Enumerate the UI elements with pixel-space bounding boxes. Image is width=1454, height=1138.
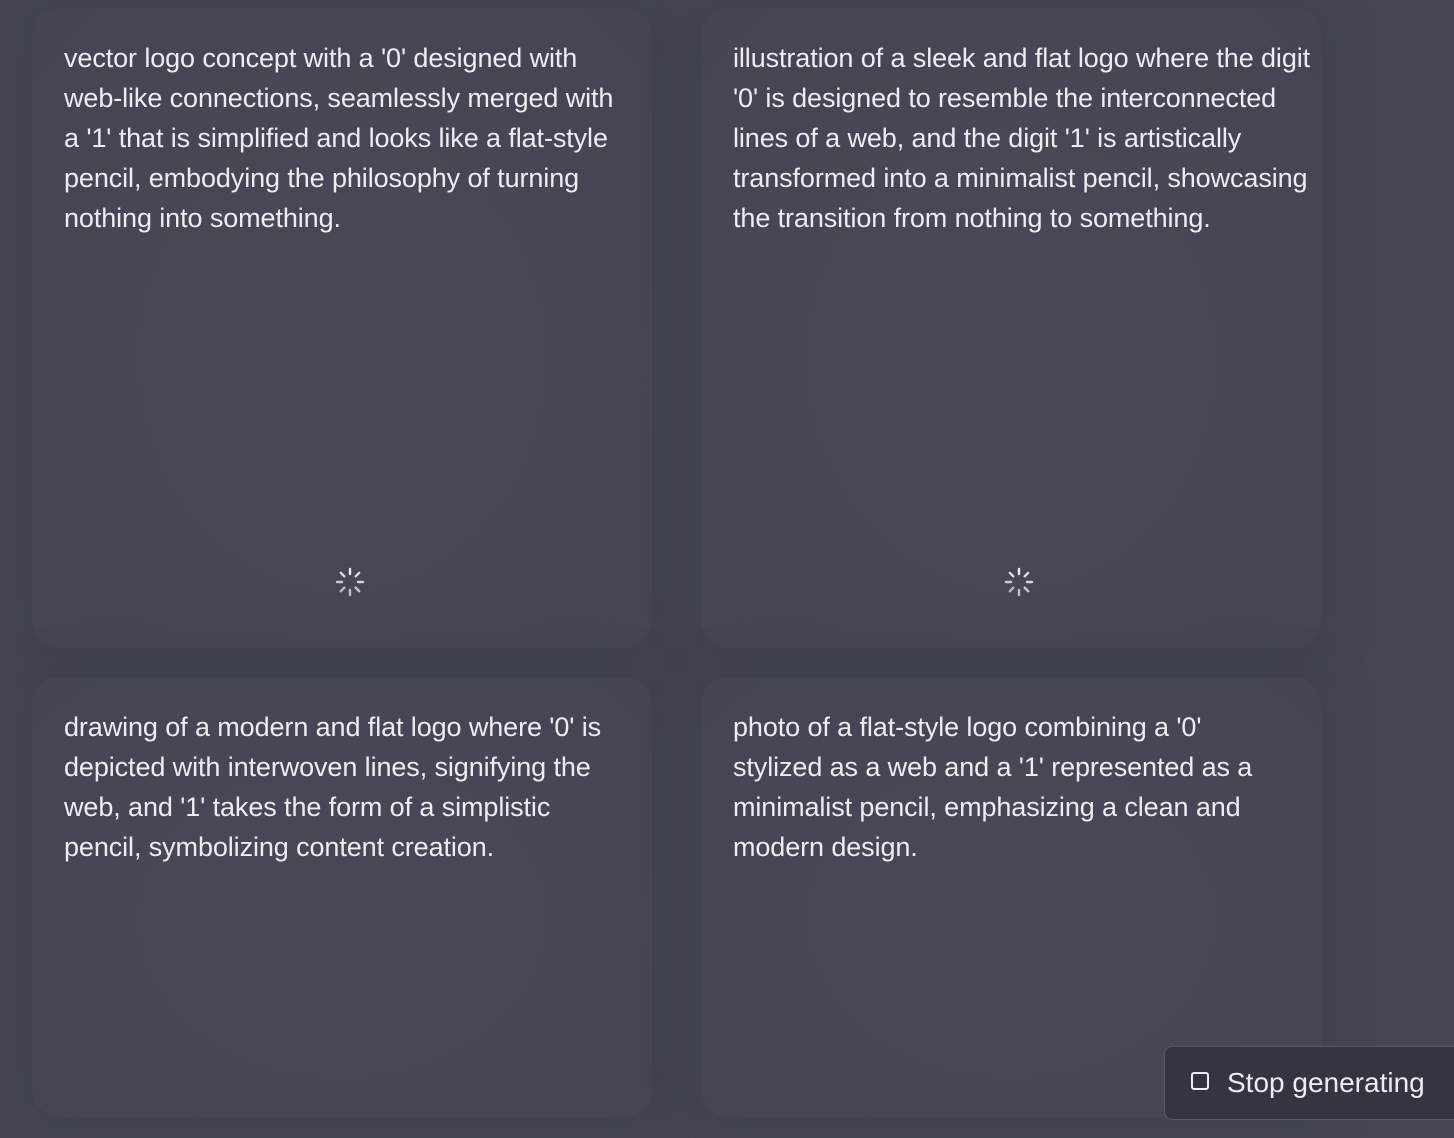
stop-square-icon — [1191, 1072, 1209, 1090]
image-prompt: illustration of a sleek and flat logo wh… — [733, 43, 1311, 233]
spinner-icon — [335, 567, 365, 597]
image-prompt: vector logo concept with a '0' designed … — [64, 43, 614, 233]
image-card: drawing of a modern and flat logo where … — [32, 677, 652, 1117]
image-card: illustration of a sleek and flat logo wh… — [701, 8, 1321, 648]
image-prompt: drawing of a modern and flat logo where … — [64, 712, 602, 862]
stop-generating-label: Stop generating — [1227, 1067, 1425, 1098]
image-card: vector logo concept with a '0' designed … — [32, 8, 652, 648]
stop-generating-button[interactable]: Stop generating — [1164, 1046, 1454, 1120]
image-prompt: photo of a flat-style logo combining a '… — [733, 712, 1253, 862]
image-generation-grid: vector logo concept with a '0' designed … — [0, 0, 1454, 1138]
spinner-icon — [1004, 567, 1034, 597]
